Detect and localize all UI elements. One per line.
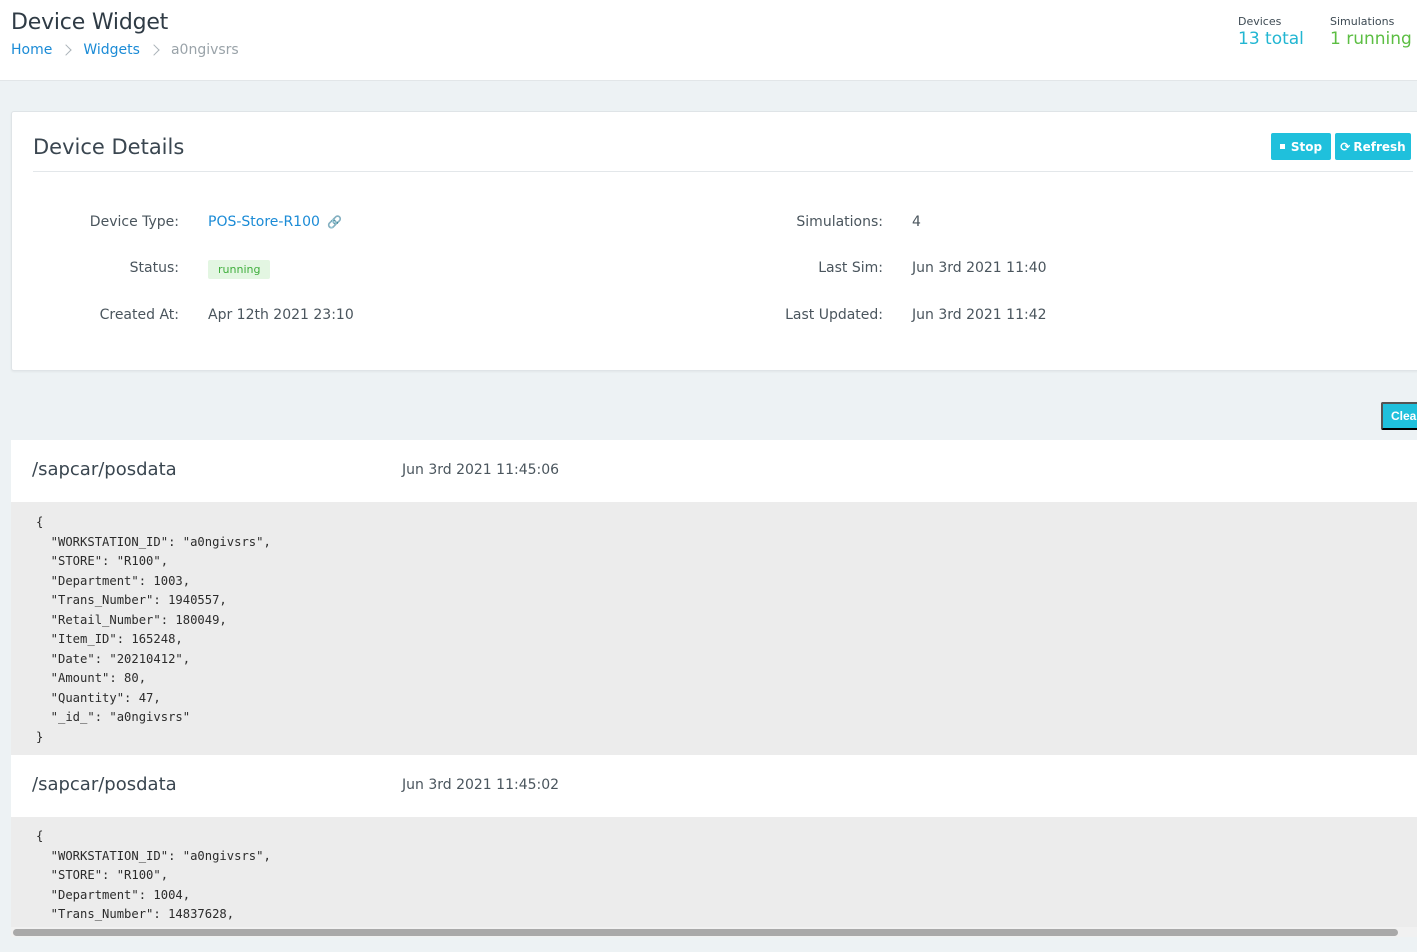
simulations-stat-value: 1 running [1330,29,1412,49]
simulations-value: 4 [912,214,921,230]
message-timestamp: Jun 3rd 2021 11:45:02 [402,777,560,793]
top-bar: Device Widget Home Widgets a0ngivsrs Dev… [0,0,1417,81]
simulations-label: Simulations: [796,214,883,230]
horizontal-scrollbar[interactable] [11,927,1417,937]
page-title: Device Widget [11,10,169,35]
link-icon: 🔗 [327,215,343,229]
breadcrumb-home[interactable]: Home [11,42,52,58]
breadcrumb: Home Widgets a0ngivsrs [11,42,239,58]
stop-button-label: Stop [1290,139,1323,154]
last-sim-label: Last Sim: [818,260,883,276]
message-payload: { "WORKSTATION_ID": "a0ngivsrs", "STORE"… [11,502,1417,755]
breadcrumb-widgets[interactable]: Widgets [83,42,140,58]
message-payload: { "WORKSTATION_ID": "a0ngivsrs", "STORE"… [11,817,1417,927]
devices-stat-value: 13 total [1238,29,1304,49]
simulations-stat-label: Simulations [1330,15,1395,28]
last-updated-value: Jun 3rd 2021 11:42 [912,307,1047,323]
created-at-label: Created At: [99,307,179,323]
device-type-label: Device Type: [89,214,179,230]
last-updated-label: Last Updated: [785,307,883,323]
stop-button[interactable]: Stop [1271,133,1331,160]
devices-stat-label: Devices [1238,15,1282,28]
message-header: /sapcar/posdata Jun 3rd 2021 11:45:06 [11,440,1417,502]
device-type-link[interactable]: POS-Store-R100 🔗 [208,214,342,230]
message-timestamp: Jun 3rd 2021 11:45:06 [402,462,560,478]
message-topic: /sapcar/posdata [32,774,177,795]
refresh-icon: ⟳ [1340,139,1351,154]
status-badge: running [208,260,271,279]
status-label: Status: [129,260,179,276]
device-type-value: POS-Store-R100 [208,214,320,230]
scrollbar-thumb[interactable] [13,929,1398,936]
chevron-right-icon [148,44,160,56]
card-title: Device Details [33,135,185,159]
created-at-value: Apr 12th 2021 23:10 [208,307,354,323]
divider [33,171,1413,172]
clear-button[interactable]: Clear [1381,402,1417,430]
device-details-card: Device Details Stop ⟳ Refresh Device Typ… [11,111,1417,371]
simulations-stat: Simulations 1 running [1330,15,1412,49]
message-topic: /sapcar/posdata [32,459,177,480]
stop-square-icon [1279,144,1285,149]
refresh-button[interactable]: ⟳ Refresh [1335,133,1411,160]
breadcrumb-current: a0ngivsrs [170,42,239,58]
last-sim-value: Jun 3rd 2021 11:40 [912,260,1047,276]
message-header: /sapcar/posdata Jun 3rd 2021 11:45:02 [11,755,1417,817]
chevron-right-icon [60,44,73,56]
devices-stat: Devices 13 total [1238,15,1304,49]
refresh-button-label: Refresh [1353,139,1406,154]
